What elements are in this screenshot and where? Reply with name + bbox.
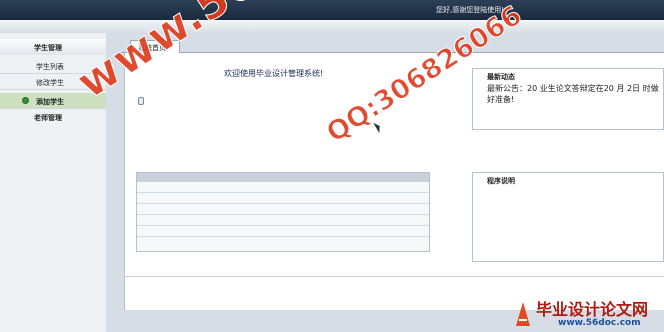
sidebar-item-label: 修改学生 (36, 79, 64, 87)
news-title: 最新动态 (487, 73, 515, 81)
table-row (137, 192, 429, 193)
bulb-icon (138, 97, 144, 105)
brand-name: 毕业设计论文网 (536, 300, 649, 319)
sidebar-item-label: 学生列表 (36, 63, 64, 71)
sidebar-section-title: 学生管理 (34, 44, 62, 52)
table-row (137, 203, 429, 204)
divider (124, 276, 664, 277)
sidebar-section-title: 老师管理 (34, 114, 62, 122)
data-grid (136, 172, 430, 252)
active-dot-icon (22, 97, 29, 104)
brand-logo: 毕业设计论文网 www.56doc.com (514, 296, 664, 332)
grid-header (137, 173, 429, 182)
top-strip (0, 20, 664, 33)
news-text: 最新公告：20 业生论文答辩定在20 月 2日 时做好准备! (487, 84, 659, 104)
table-row (137, 214, 429, 215)
table-row (137, 225, 429, 226)
sidebar-section-teacher[interactable]: 老师管理 (0, 109, 106, 125)
info-title: 程序说明 (487, 177, 515, 185)
book-icon (516, 302, 530, 326)
welcome-text: 欢迎使用毕业设计管理系统! (224, 69, 324, 78)
info-box: 程序说明 (472, 172, 664, 262)
top-header: 您好,感谢您登陆使用! (0, 0, 664, 20)
table-row (137, 236, 429, 237)
tab-bar (120, 40, 664, 53)
brand-url: www.56doc.com (558, 318, 641, 328)
news-box: 最新动态 最新公告：20 业生论文答辩定在20 月 2日 时做好准备! (472, 68, 664, 130)
sidebar-item-label: 添加学生 (36, 98, 64, 106)
